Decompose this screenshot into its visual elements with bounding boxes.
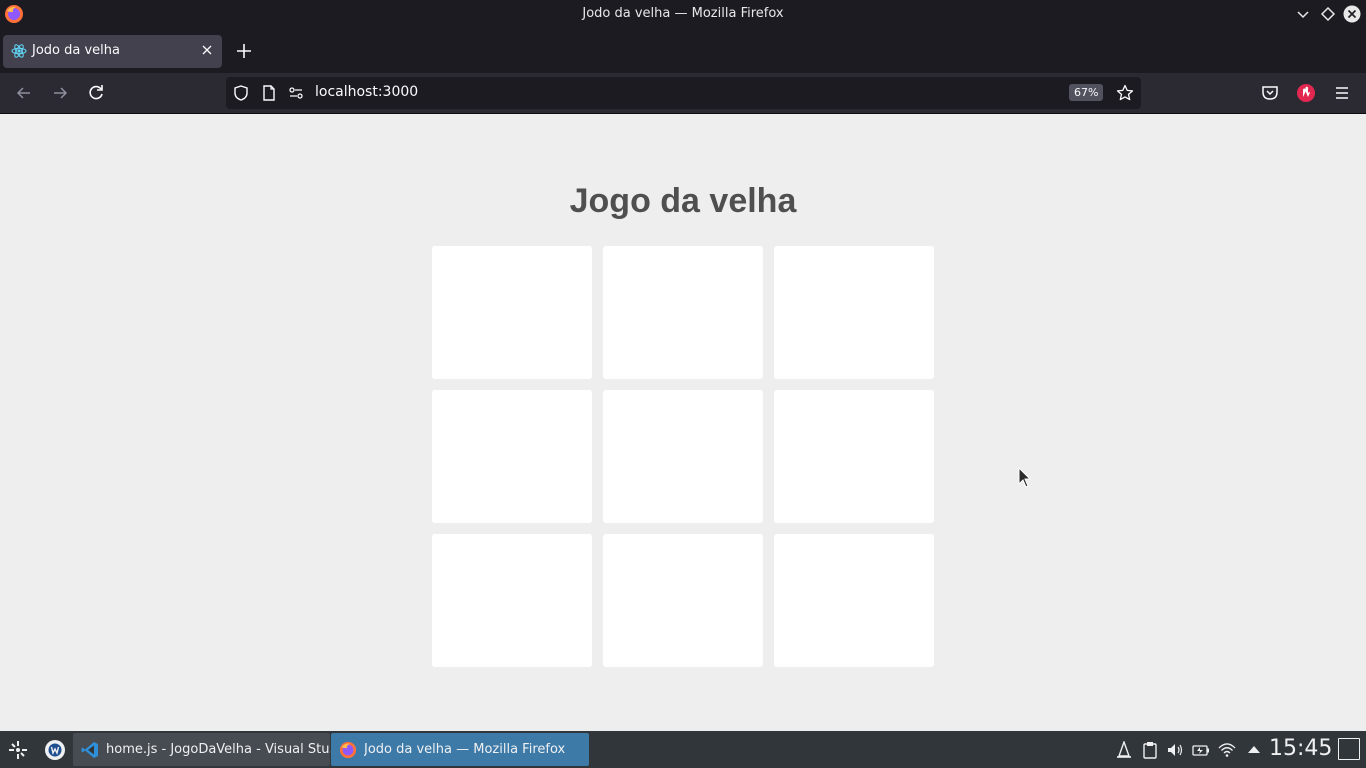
game-board (432, 246, 934, 667)
tab-label: Jodo da velha (32, 43, 120, 58)
new-tab-icon[interactable] (234, 41, 254, 61)
battery-icon[interactable] (1192, 741, 1210, 759)
permissions-icon[interactable] (288, 85, 304, 101)
address-bar[interactable]: localhost:3000 67% (226, 77, 1141, 109)
close-tab-icon[interactable] (200, 43, 214, 57)
clipboard-icon[interactable] (1141, 741, 1159, 759)
close-window-icon[interactable] (1343, 5, 1361, 23)
board-cell-5[interactable] (603, 390, 763, 523)
menu-hamburger-icon[interactable] (1332, 83, 1352, 103)
board-cell-9[interactable] (774, 534, 934, 667)
vscode-icon (81, 742, 98, 758)
board-cell-3[interactable] (774, 246, 934, 379)
minimize-icon[interactable] (1294, 5, 1312, 23)
clock[interactable]: 15:45 (1269, 736, 1332, 761)
board-cell-8[interactable] (603, 534, 763, 667)
task-firefox[interactable]: Jodo da velha — Mozilla Firefox (331, 733, 589, 766)
show-hidden-icons-icon[interactable] (1245, 741, 1263, 759)
board-cell-2[interactable] (603, 246, 763, 379)
reload-icon[interactable] (86, 83, 106, 103)
firefox-icon (339, 741, 357, 759)
volume-icon[interactable] (1166, 741, 1184, 759)
vlc-icon[interactable] (1115, 741, 1133, 759)
pocket-icon[interactable] (1260, 83, 1280, 103)
back-icon[interactable] (14, 83, 34, 103)
pinned-app-icon[interactable] (43, 738, 67, 762)
page-title: Jogo da velha (569, 182, 797, 220)
window-titlebar: Jodo da velha — Mozilla Firefox (0, 0, 1366, 29)
taskbar: home.js - JogoDaVelha - Visual Stu... Jo… (0, 731, 1366, 768)
window-title: Jodo da velha — Mozilla Firefox (582, 6, 784, 21)
zoom-indicator[interactable]: 67% (1069, 84, 1104, 101)
bookmark-star-icon[interactable] (1116, 84, 1134, 102)
forward-icon[interactable] (50, 83, 70, 103)
extension-ublock-icon[interactable] (1296, 83, 1316, 103)
mouse-cursor-icon (1018, 467, 1032, 488)
url-text[interactable]: localhost:3000 (315, 84, 418, 100)
shield-icon[interactable] (233, 85, 249, 101)
board-cell-6[interactable] (774, 390, 934, 523)
task-label: Jodo da velha — Mozilla Firefox (364, 742, 566, 757)
board-cell-4[interactable] (432, 390, 592, 523)
application-launcher-icon[interactable] (6, 738, 30, 762)
tab-strip: Jodo da velha (0, 29, 1366, 73)
page-info-icon[interactable] (261, 85, 277, 101)
board-cell-1[interactable] (432, 246, 592, 379)
task-vscode[interactable]: home.js - JogoDaVelha - Visual Stu... (73, 733, 342, 766)
show-desktop-button[interactable] (1338, 738, 1360, 760)
wifi-icon[interactable] (1218, 741, 1236, 759)
react-icon (11, 44, 27, 58)
page-content: Jogo da velha (0, 114, 1366, 731)
task-label: home.js - JogoDaVelha - Visual Stu... (106, 742, 342, 757)
board-cell-7[interactable] (432, 534, 592, 667)
tab-jogo-da-velha[interactable]: Jodo da velha (3, 35, 222, 68)
maximize-icon[interactable] (1319, 5, 1337, 23)
navigation-toolbar: localhost:3000 67% (0, 73, 1366, 114)
